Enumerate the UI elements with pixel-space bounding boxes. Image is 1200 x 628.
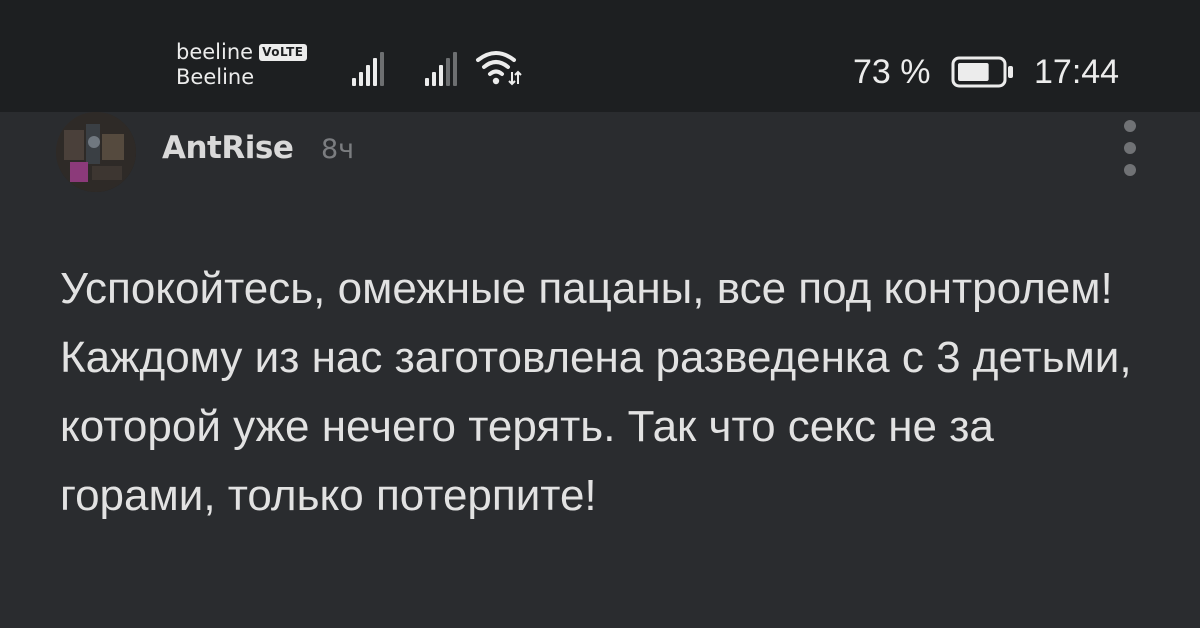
signal-icon	[352, 52, 384, 86]
battery-icon	[951, 56, 1013, 88]
comment-text: Успокойтесь, омежные пацаны, все под кон…	[60, 264, 1132, 520]
status-bar: beeline VoLTE Beeline 73 % 17:44	[0, 0, 1200, 112]
wifi-icon	[476, 51, 522, 86]
more-dot-icon	[1124, 164, 1136, 176]
carrier-name-primary: beeline	[176, 40, 254, 64]
more-dot-icon	[1124, 142, 1136, 154]
more-options-button[interactable]	[1116, 120, 1144, 176]
volte-badge: VoLTE	[259, 44, 307, 61]
battery-percentage: 73 %	[853, 53, 931, 91]
clock: 17:44	[1034, 53, 1120, 91]
signal-icon	[425, 52, 457, 86]
carrier-name-secondary: Beeline	[176, 65, 255, 89]
comment-author[interactable]: AntRise	[162, 130, 294, 166]
comment-timestamp: 8ч	[321, 134, 355, 165]
avatar-image	[56, 112, 136, 192]
more-dot-icon	[1124, 120, 1136, 132]
carrier-info: beeline VoLTE Beeline	[176, 40, 307, 90]
avatar[interactable]	[56, 112, 136, 192]
